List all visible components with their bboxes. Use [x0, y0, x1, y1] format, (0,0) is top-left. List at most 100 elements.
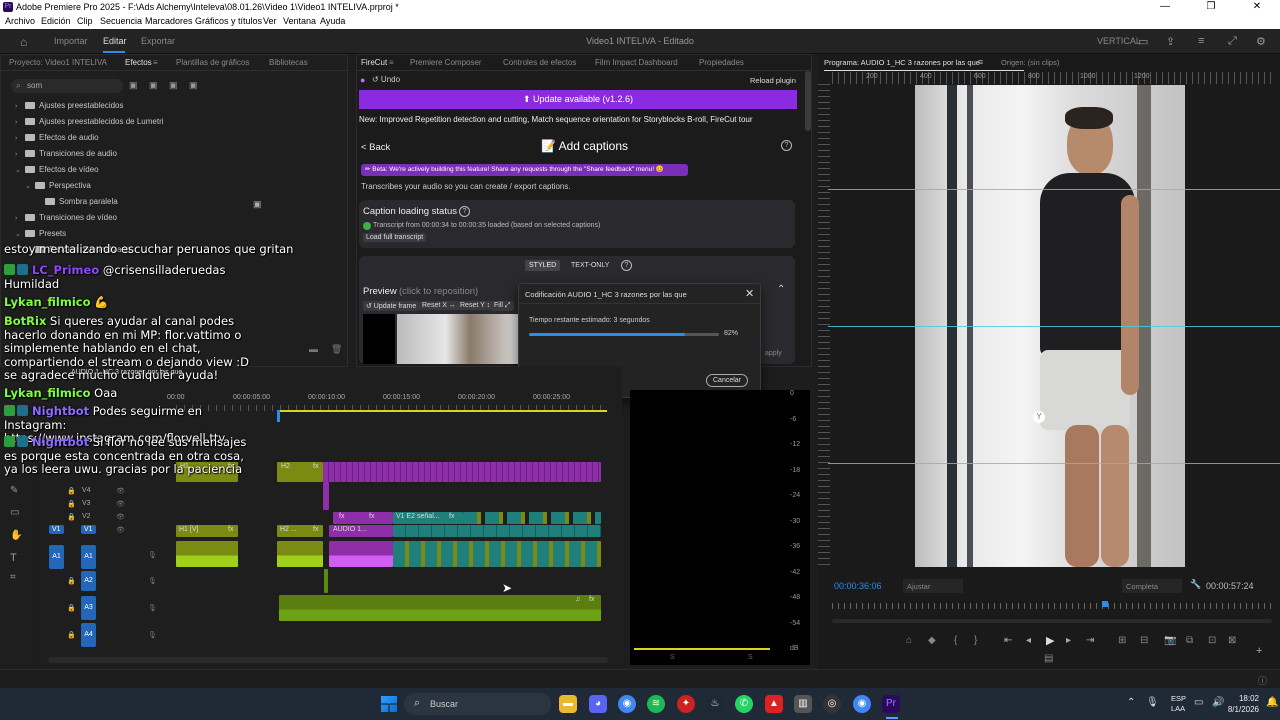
- tree-item[interactable]: › Transiciones de vídeo: [15, 213, 117, 229]
- track-a4[interactable]: A4: [81, 623, 96, 647]
- marker-icon[interactable]: ⌂: [906, 635, 912, 646]
- program-scrubber[interactable]: [832, 603, 1272, 609]
- menu-clip[interactable]: Clip: [77, 16, 93, 26]
- reset-x-button[interactable]: Reset X ↔: [419, 301, 459, 310]
- clock-date[interactable]: 8/1/2026: [1219, 705, 1259, 714]
- chevron-icon[interactable]: ›: [15, 103, 25, 110]
- update-banner[interactable]: ⬆ Update available (v1.2.6): [359, 90, 797, 109]
- mark-in-icon[interactable]: {: [954, 635, 957, 646]
- fullscreen-icon[interactable]: ⤢: [1228, 35, 1237, 48]
- collapse-chevron-icon[interactable]: ⌃: [777, 284, 785, 295]
- workspace-label[interactable]: VERTICAL: [1097, 36, 1141, 46]
- taskbar-search[interactable]: ⌕ Buscar: [404, 693, 551, 715]
- menu-edicion[interactable]: Edición: [41, 16, 71, 26]
- source-a1[interactable]: A1: [49, 545, 64, 569]
- source-v1[interactable]: V1: [49, 525, 64, 534]
- timeline-scrollbar[interactable]: [48, 657, 608, 663]
- tab-properties[interactable]: Propiedades: [699, 58, 744, 67]
- language-code[interactable]: ESP: [1171, 694, 1186, 703]
- menu-icon[interactable]: ≡: [153, 58, 158, 67]
- info-icon[interactable]: ⓘ: [1258, 674, 1267, 687]
- microphone-icon[interactable]: 🎙: [148, 604, 157, 612]
- eye-icon[interactable]: 👁: [116, 487, 125, 495]
- clip-fx-v2[interactable]: fx fx: [333, 512, 393, 524]
- microphone-icon[interactable]: 🎙: [148, 551, 157, 559]
- chevron-icon[interactable]: ⌄: [25, 182, 35, 190]
- tree-item[interactable]: › Transiciones de audio: [15, 149, 117, 165]
- play-icon[interactable]: ▶: [1046, 634, 1054, 647]
- add-button-icon[interactable]: +: [1256, 645, 1262, 657]
- spotify-icon[interactable]: ≋: [647, 695, 665, 713]
- lock-icon[interactable]: 🔒: [67, 604, 76, 612]
- update-frame-button[interactable]: ↺ Update frame: [363, 301, 420, 311]
- clip-a1-teal[interactable]: [393, 541, 601, 567]
- preview-thumbnail[interactable]: [397, 314, 519, 364]
- track-v3[interactable]: V3: [82, 500, 91, 507]
- lock-icon[interactable]: 🔒: [67, 631, 76, 639]
- clip-purple-v3[interactable]: [323, 482, 329, 510]
- tab-libraries[interactable]: Bibliotecas: [269, 58, 308, 67]
- track-a2[interactable]: A2: [81, 571, 96, 591]
- scrollbar[interactable]: [805, 71, 811, 131]
- clip-a2-small[interactable]: [324, 569, 328, 593]
- premiere-taskbar-icon[interactable]: Pr: [882, 695, 900, 713]
- cancel-button[interactable]: Cancelar: [706, 374, 749, 387]
- tab-program[interactable]: Programa: AUDIO 1_HC 3 razones por las q…: [824, 58, 980, 67]
- yuv-icon[interactable]: ▣: [169, 80, 178, 91]
- eye-icon[interactable]: 👁: [116, 513, 125, 521]
- tree-item[interactable]: ⌄ Perspectiva: [25, 181, 91, 197]
- minimize-button[interactable]: —: [1142, 0, 1188, 14]
- tree-item[interactable]: ⌄ Efectos de vídeo: [15, 165, 99, 181]
- playhead[interactable]: [277, 410, 280, 422]
- eye-icon[interactable]: 👁: [116, 500, 125, 508]
- step-back-icon[interactable]: ◂: [1026, 635, 1031, 646]
- load-full-transcript-button[interactable]: Load full transcript: [363, 233, 427, 242]
- text-tool-icon[interactable]: T: [10, 552, 17, 564]
- share-icon[interactable]: ⇪: [1166, 35, 1175, 48]
- mark-out-icon[interactable]: }: [974, 635, 977, 646]
- add-marker-icon[interactable]: ◆: [928, 635, 936, 646]
- meter-solo-left[interactable]: S: [670, 654, 675, 661]
- work-area-bar[interactable]: [277, 410, 607, 412]
- search-input[interactable]: ⌕ som: [11, 79, 123, 93]
- microphone-icon[interactable]: 🎙: [148, 577, 157, 585]
- clip-teal-v1[interactable]: [393, 525, 601, 537]
- extract-icon[interactable]: ⊟: [1140, 635, 1148, 646]
- clip-h1-v[interactable]: H1 [V] fx: [176, 525, 238, 537]
- comparison-icon[interactable]: ⧉: [1186, 635, 1193, 646]
- maximize-button[interactable]: ❐: [1188, 0, 1234, 14]
- go-to-in-icon[interactable]: ⇤: [1004, 635, 1012, 646]
- close-icon[interactable]: ✕: [745, 287, 754, 300]
- chrome-icon[interactable]: ◉: [618, 695, 636, 713]
- fill-button[interactable]: Fill ⤢: [491, 301, 514, 311]
- chevron-icon[interactable]: ›: [15, 135, 25, 142]
- step-forward-icon[interactable]: ▸: [1066, 635, 1071, 646]
- pen-tool-icon[interactable]: ✎: [10, 485, 18, 496]
- caption-tool-icon[interactable]: ⌗: [10, 572, 16, 583]
- tab-effects[interactable]: Efectos: [125, 58, 152, 67]
- tab-source[interactable]: Origen: (sin clips): [1001, 58, 1059, 67]
- app-gray-icon[interactable]: ▥: [794, 695, 812, 713]
- chevron-icon[interactable]: ⌄: [15, 166, 25, 174]
- menu-marcadores[interactable]: Marcadores: [145, 16, 193, 26]
- clip-a1-h2[interactable]: [277, 541, 323, 567]
- vr-icon[interactable]: ⊡: [1208, 635, 1216, 646]
- quality-dropdown[interactable]: Completa: [1122, 579, 1182, 593]
- close-button[interactable]: ✕: [1234, 0, 1280, 14]
- accelerated-icon[interactable]: ▣: [129, 80, 138, 91]
- menu-icon[interactable]: ≡: [978, 57, 983, 67]
- lock-icon[interactable]: 🔒: [67, 500, 76, 508]
- menu-icon[interactable]: ≡: [389, 58, 394, 67]
- chevron-icon[interactable]: ›: [15, 119, 25, 126]
- help-icon[interactable]: ?: [621, 260, 632, 271]
- file-explorer-icon[interactable]: ▬: [559, 695, 577, 713]
- discord-icon[interactable]: ◕: [589, 695, 607, 713]
- lock-icon[interactable]: 🔒: [67, 513, 76, 521]
- track-a3[interactable]: A3: [81, 596, 96, 620]
- 32bit-icon[interactable]: ▣: [149, 80, 158, 91]
- lock-icon[interactable]: 🔒: [67, 577, 76, 585]
- tree-item[interactable]: › Ajustes preestablecidos: [15, 101, 124, 117]
- chevron-icon[interactable]: ›: [15, 215, 25, 222]
- tab-effect-controls[interactable]: Controles de efectos: [503, 58, 576, 67]
- chrome-icon[interactable]: ◉: [853, 695, 871, 713]
